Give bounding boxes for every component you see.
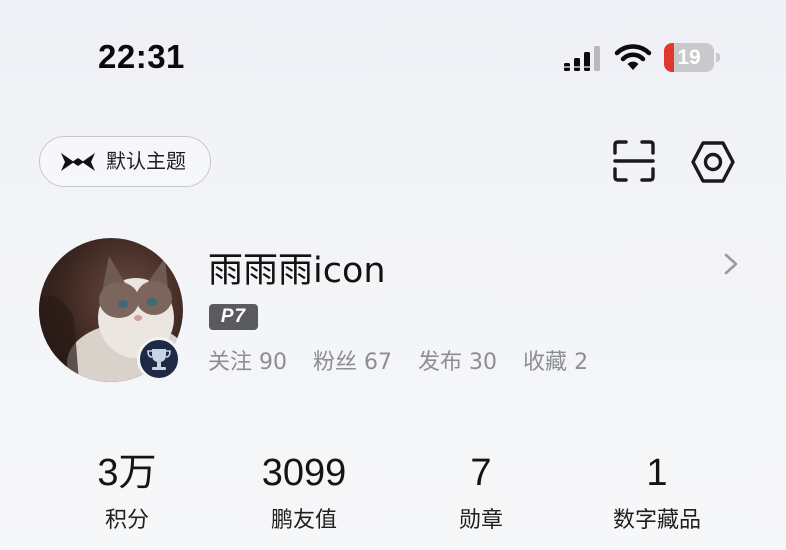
hex-nut-settings-icon[interactable] bbox=[690, 139, 736, 185]
metric-value: 3099 bbox=[261, 452, 347, 494]
wifi-icon bbox=[614, 44, 652, 70]
social-stat-label: 粉丝 bbox=[313, 350, 358, 375]
social-stat-label: 关注 bbox=[208, 350, 253, 375]
metric-label: 鹏友值 bbox=[270, 508, 337, 533]
level-badge: P7 bbox=[209, 304, 258, 330]
status-time: 22:31 bbox=[98, 38, 185, 75]
scan-icon[interactable] bbox=[612, 139, 656, 183]
social-stat-label: 收藏 bbox=[523, 350, 568, 375]
metric-value: 3万 bbox=[97, 452, 157, 494]
theme-label: 默认主题 bbox=[106, 149, 186, 173]
metric-label: 勋章 bbox=[458, 508, 503, 533]
metric-medals[interactable]: 7 勋章 bbox=[391, 448, 571, 536]
metric-points[interactable]: 3万 积分 bbox=[37, 448, 217, 536]
status-bar: 22:31 19 bbox=[0, 0, 786, 110]
chevron-right-icon[interactable] bbox=[720, 251, 742, 277]
metric-label: 数字藏品 bbox=[612, 508, 701, 533]
metric-label: 积分 bbox=[104, 508, 149, 533]
metric-friend-value[interactable]: 3099 鹏友值 bbox=[214, 448, 394, 536]
social-stat-favorites[interactable]: 收藏 2 bbox=[523, 347, 588, 379]
social-stat-posts[interactable]: 发布 30 bbox=[418, 347, 497, 379]
cellular-signal-icon bbox=[564, 46, 600, 71]
metrics-row: 3万 积分 3099 鹏友值 7 勋章 1 数字藏品 bbox=[0, 448, 786, 548]
battery-indicator: 19 bbox=[664, 43, 720, 72]
username[interactable]: 雨雨雨icon bbox=[208, 242, 386, 293]
social-stat-count: 30 bbox=[469, 350, 498, 375]
battery-level: 19 bbox=[677, 46, 701, 69]
social-stat-count: 2 bbox=[574, 350, 589, 375]
battery-cap bbox=[716, 53, 720, 62]
metric-digital-collectibles[interactable]: 1 数字藏品 bbox=[567, 448, 747, 536]
battery-body: 19 bbox=[664, 43, 714, 72]
social-stat-count: 90 bbox=[259, 350, 288, 375]
trophy-badge-icon bbox=[137, 337, 181, 381]
social-stat-following[interactable]: 关注 90 bbox=[208, 347, 287, 379]
social-stat-label: 发布 bbox=[418, 350, 463, 375]
metric-value: 1 bbox=[646, 452, 668, 494]
xpeng-logo-icon bbox=[61, 153, 95, 171]
social-stat-count: 67 bbox=[364, 350, 393, 375]
metric-value: 7 bbox=[470, 452, 492, 494]
social-stats: 关注 90 粉丝 67 发布 30 收藏 2 bbox=[208, 347, 588, 379]
profile-page: 22:31 19 默认主题 雨雨雨icon P7 关注 90 粉丝 67 发布 … bbox=[0, 0, 786, 550]
social-stat-followers[interactable]: 粉丝 67 bbox=[313, 347, 392, 379]
theme-button[interactable]: 默认主题 bbox=[39, 136, 211, 187]
